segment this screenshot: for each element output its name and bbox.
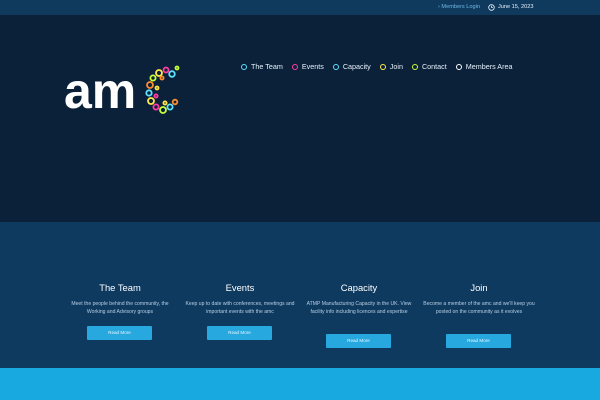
- feature-title: Events: [225, 282, 255, 293]
- nav-item-join[interactable]: Join: [379, 62, 403, 71]
- nav-item-events[interactable]: Events: [291, 62, 324, 71]
- footer-bar: [0, 368, 600, 400]
- nav-item-members-area[interactable]: Members Area: [455, 62, 513, 71]
- nav-bullet-icon: [332, 63, 339, 70]
- read-more-button-join[interactable]: Read More: [446, 334, 511, 348]
- top-bar: › Members Login June 15, 2023: [0, 0, 600, 15]
- logo-text: am: [64, 63, 136, 119]
- date-text: June 15, 2023: [498, 4, 534, 10]
- members-login-link[interactable]: › Members Login: [438, 0, 480, 15]
- feature-description: Meet the people behind the community, th…: [71, 301, 169, 316]
- feature-title: The Team: [99, 282, 141, 293]
- feature-description: Become a member of the amc and we'll kee…: [423, 301, 535, 316]
- feature-events: Events Keep up to date with conferences,…: [182, 222, 298, 316]
- nav-item-the-team[interactable]: The Team: [241, 62, 283, 71]
- feature-description: Keep up to date with conferences, meetin…: [185, 301, 295, 316]
- feature-title: Join: [470, 282, 488, 293]
- clock-icon: [488, 4, 495, 11]
- read-more-button-capacity[interactable]: Read More: [326, 334, 391, 348]
- feature-the-team: The Team Meet the people behind the comm…: [62, 222, 178, 316]
- date-display: June 15, 2023: [488, 0, 533, 15]
- nav-label: Contact: [421, 62, 447, 71]
- features-section: The Team Meet the people behind the comm…: [0, 222, 600, 368]
- nav-bullet-icon: [291, 63, 298, 70]
- nav-label: Events: [301, 62, 324, 71]
- feature-description: ATMP Manufacturing Capacity in the UK. V…: [306, 301, 412, 316]
- feature-join: Join Become a member of the amc and we'l…: [421, 222, 537, 316]
- feature-title: Capacity: [340, 282, 378, 293]
- nav-label: Join: [389, 62, 403, 71]
- nav-bullet-icon: [241, 63, 247, 70]
- site-header: am The Team Events Capacity Join Contact…: [0, 15, 600, 222]
- feature-capacity: Capacity ATMP Manufacturing Capacity in …: [301, 222, 417, 316]
- read-more-button-the-team[interactable]: Read More: [87, 326, 152, 340]
- nav-item-capacity[interactable]: Capacity: [332, 62, 371, 71]
- main-nav: The Team Events Capacity Join Contact Me…: [241, 62, 513, 71]
- logo-c-mark: [145, 65, 180, 114]
- amc-logo[interactable]: am: [64, 53, 184, 123]
- nav-bullet-icon: [411, 63, 418, 70]
- nav-bullet-icon: [455, 63, 462, 70]
- nav-label: Capacity: [342, 62, 371, 71]
- read-more-button-events[interactable]: Read More: [207, 326, 272, 340]
- nav-label: The Team: [251, 62, 283, 71]
- nav-bullet-icon: [379, 63, 386, 70]
- nav-label: Members Area: [465, 62, 513, 71]
- nav-item-contact[interactable]: Contact: [411, 62, 447, 71]
